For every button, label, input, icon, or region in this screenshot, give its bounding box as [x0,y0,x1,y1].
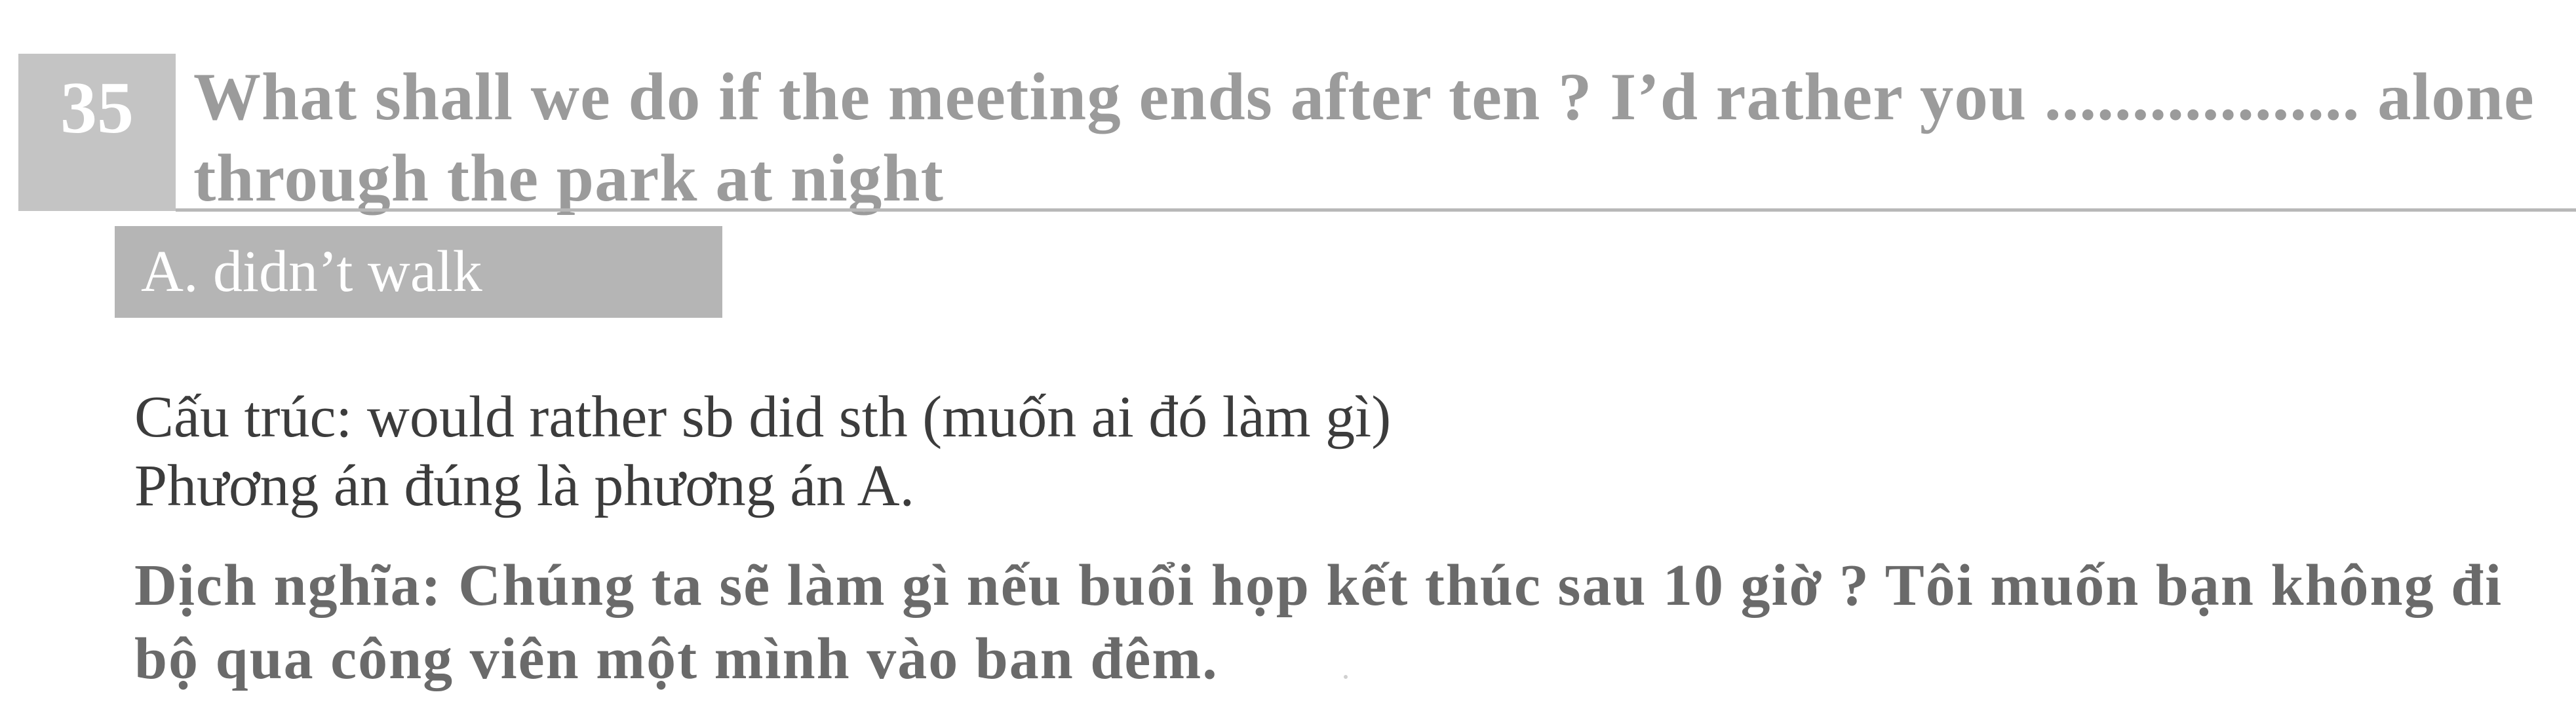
question-number: 35 [60,67,134,149]
answer-label: A. didn’t walk [141,239,482,304]
question-text: What shall we do if the meeting ends aft… [193,60,2535,216]
correct-option-statement: Phương án đúng là phương án A. [134,453,915,518]
question-header: 35 What shall we do if the meeting ends … [0,0,2576,216]
question-divider [176,208,2576,212]
scan-speck [1344,675,1348,679]
translation-text: Dịch nghĩa: Chúng ta sẽ làm gì nếu buổi … [134,553,2503,691]
structure-explanation: Cấu trúc: would rather sb did sth (muốn … [134,385,1392,450]
